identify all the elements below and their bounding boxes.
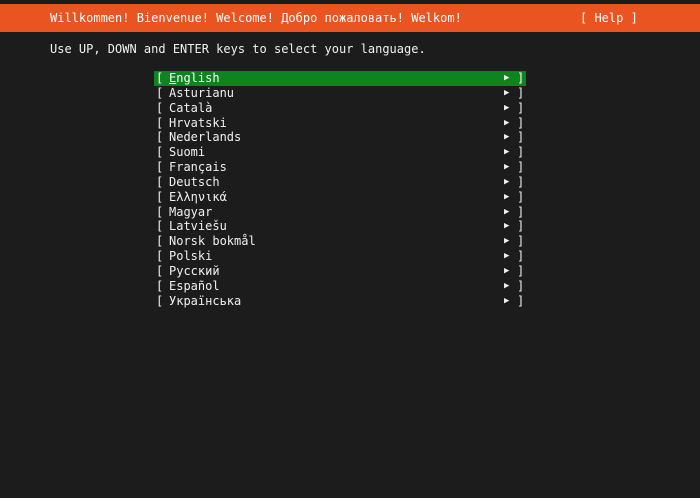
bracket-open: [ (156, 174, 164, 189)
bracket-close: ] (517, 85, 525, 100)
bracket-close: ] (517, 189, 525, 204)
language-option[interactable]: [ Català ▶] (154, 101, 526, 116)
submenu-arrow-icon: ▶ (504, 102, 510, 113)
language-option[interactable]: [ Русский ▶] (154, 264, 526, 279)
language-option[interactable]: [ Polski ▶] (154, 249, 526, 264)
bracket-close: ] (517, 130, 525, 145)
bracket-close: ] (517, 293, 525, 308)
bracket-open: [ (156, 234, 164, 249)
bracket-close: ] (517, 278, 525, 293)
bracket-open: [ (156, 100, 164, 115)
language-option[interactable]: [ English ▶] (154, 71, 526, 86)
submenu-arrow-icon: ▶ (504, 73, 510, 83)
submenu-arrow-icon: ▶ (504, 191, 510, 202)
language-option[interactable]: [ Norsk bokmål ▶] (154, 234, 526, 249)
language-label: Magyar (169, 204, 213, 219)
submenu-arrow-icon: ▶ (504, 132, 510, 143)
bracket-open: [ (156, 85, 164, 100)
language-option[interactable]: [ Nederlands ▶] (154, 130, 526, 145)
language-label: Nederlands (169, 130, 242, 145)
language-label: Polski (169, 249, 213, 264)
language-label: English (169, 71, 220, 85)
language-label: Hrvatski (169, 115, 227, 130)
bracket-open: [ (156, 71, 164, 85)
language-label: Ελληνικά (169, 189, 227, 204)
language-list: [ English ▶] [ Asturianu ▶] [ Català ▶] [ Hrvatski… (154, 71, 526, 309)
language-label: Norsk bokmål (169, 234, 256, 249)
submenu-arrow-icon: ▶ (504, 265, 510, 276)
language-option[interactable]: [ Asturianu ▶] (154, 86, 526, 101)
language-option[interactable]: [ Español ▶] (154, 279, 526, 294)
language-label: Français (169, 160, 227, 175)
language-option[interactable]: [ Deutsch ▶] (154, 175, 526, 190)
header-title: Willkommen! Bienvenue! Welcome! Добро по… (50, 11, 462, 25)
bracket-open: [ (156, 145, 164, 160)
bracket-open: [ (156, 204, 164, 219)
language-option[interactable]: [ Hrvatski ▶] (154, 116, 526, 131)
bracket-open: [ (156, 189, 164, 204)
bracket-open: [ (156, 278, 164, 293)
bracket-open: [ (156, 263, 164, 278)
submenu-arrow-icon: ▶ (504, 236, 510, 247)
language-option[interactable]: [ Latviešu ▶] (154, 219, 526, 234)
bracket-close: ] (517, 263, 525, 278)
language-option[interactable]: [ Magyar ▶] (154, 205, 526, 220)
language-label: Español (169, 278, 220, 293)
language-label: Русский (169, 263, 220, 278)
instructions-text: Use UP, DOWN and ENTER keys to select yo… (50, 42, 426, 56)
submenu-arrow-icon: ▶ (504, 295, 510, 306)
language-label: Asturianu (169, 85, 235, 100)
bracket-close: ] (517, 219, 525, 234)
language-option[interactable]: [ Ελληνικά ▶] (154, 190, 526, 205)
submenu-arrow-icon: ▶ (504, 87, 510, 98)
language-label: Català (169, 100, 213, 115)
submenu-arrow-icon: ▶ (504, 280, 510, 291)
bracket-open: [ (156, 249, 164, 264)
help-button[interactable]: [ Help ] (580, 11, 638, 25)
language-option[interactable]: [ Français ▶] (154, 160, 526, 175)
bracket-open: [ (156, 115, 164, 130)
bracket-close: ] (517, 174, 525, 189)
language-option[interactable]: [ Українська ▶] (154, 294, 526, 309)
bracket-open: [ (156, 293, 164, 308)
bracket-close: ] (517, 234, 525, 249)
bracket-open: [ (156, 160, 164, 175)
language-label: Deutsch (169, 174, 220, 189)
bracket-close: ] (517, 204, 525, 219)
bracket-close: ] (517, 249, 525, 264)
submenu-arrow-icon: ▶ (504, 176, 510, 187)
bracket-close: ] (517, 115, 525, 130)
submenu-arrow-icon: ▶ (504, 206, 510, 217)
submenu-arrow-icon: ▶ (504, 221, 510, 232)
bracket-close: ] (517, 100, 525, 115)
language-option[interactable]: [ Suomi ▶] (154, 145, 526, 160)
bracket-close: ] (517, 145, 525, 160)
bracket-close: ] (517, 160, 525, 175)
submenu-arrow-icon: ▶ (504, 117, 510, 128)
bracket-close: ] (517, 71, 525, 85)
bracket-open: [ (156, 219, 164, 234)
submenu-arrow-icon: ▶ (504, 162, 510, 173)
submenu-arrow-icon: ▶ (504, 147, 510, 158)
submenu-arrow-icon: ▶ (504, 251, 510, 262)
header-bar: Willkommen! Bienvenue! Welcome! Добро по… (0, 4, 700, 32)
language-label: Suomi (169, 145, 206, 160)
language-label: Latviešu (169, 219, 227, 234)
bracket-open: [ (156, 130, 164, 145)
language-label: Українська (169, 293, 242, 308)
